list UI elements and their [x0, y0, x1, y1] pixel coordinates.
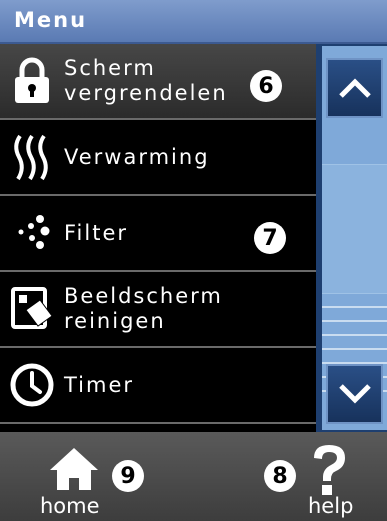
- menu-item-label: Timer: [64, 372, 135, 397]
- filter-dots-icon: [0, 195, 64, 271]
- scroll-down-button[interactable]: [326, 364, 383, 424]
- menu-item-label: Verwarming: [64, 144, 210, 169]
- home-button[interactable]: home: [40, 438, 110, 518]
- bottom-bar: home 9 8 help: [0, 432, 387, 521]
- callout-badge-7: 7: [254, 222, 286, 254]
- scrollbar[interactable]: [316, 44, 387, 432]
- callout-badge-6: 6: [250, 70, 282, 102]
- menu-item-label: Scherm vergrendelen: [64, 56, 228, 105]
- menu-item-timer[interactable]: Timer: [0, 348, 316, 424]
- menu-header: Menu: [0, 0, 387, 44]
- chevron-down-icon: [338, 384, 371, 404]
- menu-list: Scherm vergrendelen Verwarming Filter Be…: [0, 44, 316, 432]
- screen-clean-icon: [0, 271, 64, 347]
- menu-item-screen-clean[interactable]: Beeldscherm reinigen: [0, 272, 316, 348]
- home-icon: [50, 448, 98, 490]
- scroll-up-button[interactable]: [326, 58, 383, 118]
- clock-icon: [0, 347, 64, 423]
- menu-item-label: Beeldscherm reinigen: [64, 284, 223, 333]
- chevron-up-icon: [338, 78, 371, 98]
- lock-icon: [0, 43, 64, 119]
- callout-badge-9: 9: [112, 460, 144, 492]
- help-label: help: [308, 494, 354, 518]
- help-button[interactable]: help: [302, 438, 358, 518]
- scrollbar-thumb[interactable]: [322, 164, 387, 294]
- menu-item-label: Filter: [64, 220, 129, 245]
- home-label: home: [40, 494, 100, 518]
- menu-item-heating[interactable]: Verwarming: [0, 120, 316, 196]
- menu-title: Menu: [14, 8, 88, 32]
- callout-badge-8: 8: [264, 460, 296, 492]
- heat-waves-icon: [0, 119, 64, 195]
- question-mark-icon: [314, 445, 345, 495]
